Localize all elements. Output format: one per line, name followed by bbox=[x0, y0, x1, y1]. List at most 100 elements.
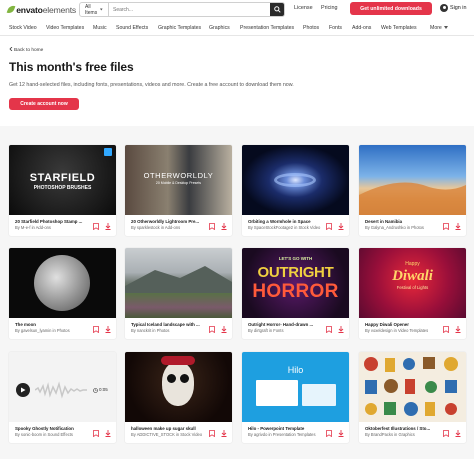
oktoberfest-illustrations bbox=[364, 357, 458, 416]
category-music[interactable]: Music bbox=[93, 25, 107, 31]
item-card[interactable]: Happy Diwali Festival of Lights Happy Di… bbox=[359, 248, 466, 339]
license-link[interactable]: License bbox=[294, 5, 313, 11]
item-title[interactable]: Oktoberfest Illustrations / Sto... bbox=[365, 426, 443, 431]
download-button[interactable] bbox=[454, 222, 462, 231]
item-card[interactable]: Desert in Namibia By Galyna_Andrushko in… bbox=[359, 145, 466, 236]
download-button[interactable] bbox=[337, 222, 345, 231]
item-card[interactable]: 0:05 Spooky Ghostly Notification By soni… bbox=[9, 352, 116, 443]
item-title[interactable]: Orbiting a Wormhole in Space bbox=[248, 219, 326, 224]
item-thumbnail[interactable] bbox=[125, 248, 232, 318]
item-author[interactable]: By M-e-f in Add-ons bbox=[15, 225, 95, 230]
download-button[interactable] bbox=[337, 325, 345, 334]
item-author[interactable]: By sonic-boom in Sound Effects bbox=[15, 432, 95, 437]
item-title[interactable]: Spooky Ghostly Notification bbox=[15, 426, 93, 431]
bookmark-button[interactable] bbox=[92, 222, 100, 231]
bookmark-button[interactable] bbox=[208, 429, 216, 438]
bookmark-button[interactable] bbox=[325, 325, 333, 334]
item-thumbnail[interactable] bbox=[9, 248, 116, 318]
item-author[interactable]: By sparklestock in Add-ons bbox=[131, 225, 211, 230]
bookmark-button[interactable] bbox=[325, 222, 333, 231]
item-thumbnail[interactable] bbox=[125, 352, 232, 422]
category-fonts[interactable]: Fonts bbox=[329, 25, 342, 31]
item-thumbnail[interactable] bbox=[359, 145, 466, 215]
bookmark-button[interactable] bbox=[208, 222, 216, 231]
download-button[interactable] bbox=[104, 429, 112, 438]
download-button[interactable] bbox=[337, 429, 345, 438]
item-title[interactable]: 20 Otherworldly Lightroom Pre... bbox=[131, 219, 209, 224]
bookmark-button[interactable] bbox=[442, 325, 450, 334]
category-presentation-templates[interactable]: Presentation Templates bbox=[240, 25, 294, 31]
item-card[interactable]: STARFIELD PHOTOSHOP BRUSHES 20 Starfield… bbox=[9, 145, 116, 236]
download-button[interactable] bbox=[220, 222, 228, 231]
item-card[interactable]: LET'S GO WITH OUTRIGHT HORROR Outright H… bbox=[242, 248, 349, 339]
download-icon bbox=[455, 326, 461, 333]
download-button[interactable] bbox=[454, 429, 462, 438]
item-card[interactable]: Hilo Hilo - Powerpoint Template By agriv… bbox=[242, 352, 349, 443]
category-more[interactable]: More bbox=[430, 25, 449, 31]
item-thumbnail[interactable]: OTHERWORLDLY 20 Mobile & Desktop Presets bbox=[125, 145, 232, 215]
item-card[interactable]: Orbiting a Wormhole in Space By SpaceSto… bbox=[242, 145, 349, 236]
item-thumbnail[interactable]: Happy Diwali Festival of Lights bbox=[359, 248, 466, 318]
search-bar: All Items bbox=[79, 2, 285, 17]
bookmark-button[interactable] bbox=[442, 222, 450, 231]
download-button[interactable] bbox=[454, 325, 462, 334]
sign-in-link[interactable]: Sign in bbox=[440, 4, 466, 12]
category-add-ons[interactable]: Add-ons bbox=[352, 25, 371, 31]
item-author[interactable]: By ADDICTIVE_STOCK in Stock Video bbox=[131, 432, 211, 437]
back-to-home-link[interactable]: Back to home bbox=[9, 46, 43, 53]
bookmark-button[interactable] bbox=[442, 429, 450, 438]
item-card[interactable]: Typical Iceland landscape with ... By na… bbox=[125, 248, 232, 339]
item-author[interactable]: By BrandPacks in Graphics bbox=[365, 432, 445, 437]
download-button[interactable] bbox=[220, 429, 228, 438]
item-thumbnail[interactable]: LET'S GO WITH OUTRIGHT HORROR bbox=[242, 248, 349, 318]
play-button[interactable] bbox=[16, 383, 30, 397]
item-card[interactable]: The moon By gavelsun_lyamin in Photos bbox=[9, 248, 116, 339]
item-card[interactable]: halloween make up sugar skull By ADDICTI… bbox=[125, 352, 232, 443]
item-thumbnail[interactable]: STARFIELD PHOTOSHOP BRUSHES bbox=[9, 145, 116, 215]
bookmark-button[interactable] bbox=[325, 429, 333, 438]
sign-in-label: Sign in bbox=[450, 5, 467, 11]
item-author[interactable]: By voxeldesign in Video Templates bbox=[365, 328, 445, 333]
get-unlimited-downloads-button[interactable]: Get unlimited downloads bbox=[350, 2, 432, 15]
category-photos[interactable]: Photos bbox=[303, 25, 319, 31]
search-category-select[interactable]: All Items bbox=[80, 3, 109, 16]
category-sound-effects[interactable]: Sound Effects bbox=[116, 25, 148, 31]
download-button[interactable] bbox=[104, 222, 112, 231]
search-button[interactable] bbox=[270, 3, 284, 16]
item-card[interactable]: Oktoberfest Illustrations / Sto... By Br… bbox=[359, 352, 466, 443]
item-title[interactable]: Typical Iceland landscape with ... bbox=[131, 322, 209, 327]
item-author[interactable]: By SpaceStockFootage2 in Stock Video bbox=[248, 225, 328, 230]
item-title[interactable]: Happy Diwali Opener bbox=[365, 322, 443, 327]
item-author[interactable]: By agrivdo in Presentation Templates bbox=[248, 432, 328, 437]
search-input[interactable] bbox=[109, 6, 270, 13]
leaf-icon bbox=[6, 4, 16, 15]
item-author[interactable]: By gavelsun_lyamin in Photos bbox=[15, 328, 95, 333]
item-title[interactable]: Hilo - Powerpoint Template bbox=[248, 426, 326, 431]
item-title[interactable]: Outright Horror- Hand-drawn ... bbox=[248, 322, 326, 327]
bookmark-button[interactable] bbox=[92, 325, 100, 334]
category-graphics[interactable]: Graphics bbox=[209, 25, 230, 31]
item-thumbnail[interactable] bbox=[359, 352, 466, 422]
bookmark-button[interactable] bbox=[208, 325, 216, 334]
item-thumbnail[interactable] bbox=[242, 145, 349, 215]
item-author[interactable]: By nanckrit in Photos bbox=[131, 328, 211, 333]
category-graphic-templates[interactable]: Graphic Templates bbox=[158, 25, 201, 31]
create-account-button[interactable]: Create account now bbox=[9, 98, 79, 110]
envato-logo[interactable]: envatoelements bbox=[6, 4, 76, 15]
category-web-templates[interactable]: Web Templates bbox=[381, 25, 417, 31]
category-stock-video[interactable]: Stock Video bbox=[9, 25, 37, 31]
item-title[interactable]: 20 Starfield Photoshop Stamp ... bbox=[15, 219, 93, 224]
bookmark-button[interactable] bbox=[92, 429, 100, 438]
item-card[interactable]: OTHERWORLDLY 20 Mobile & Desktop Presets… bbox=[125, 145, 232, 236]
item-thumbnail[interactable]: Hilo bbox=[242, 352, 349, 422]
item-title[interactable]: halloween make up sugar skull bbox=[131, 426, 209, 431]
item-title[interactable]: The moon bbox=[15, 322, 93, 327]
item-title[interactable]: Desert in Namibia bbox=[365, 219, 443, 224]
item-author[interactable]: By Galyna_Andrushko in Photos bbox=[365, 225, 445, 230]
download-button[interactable] bbox=[104, 325, 112, 334]
download-button[interactable] bbox=[220, 325, 228, 334]
item-thumbnail[interactable]: 0:05 bbox=[9, 352, 116, 422]
item-author[interactable]: By dirtgraft in Fonts bbox=[248, 328, 328, 333]
category-video-templates[interactable]: Video Templates bbox=[46, 25, 84, 31]
pricing-link[interactable]: Pricing bbox=[321, 5, 337, 11]
